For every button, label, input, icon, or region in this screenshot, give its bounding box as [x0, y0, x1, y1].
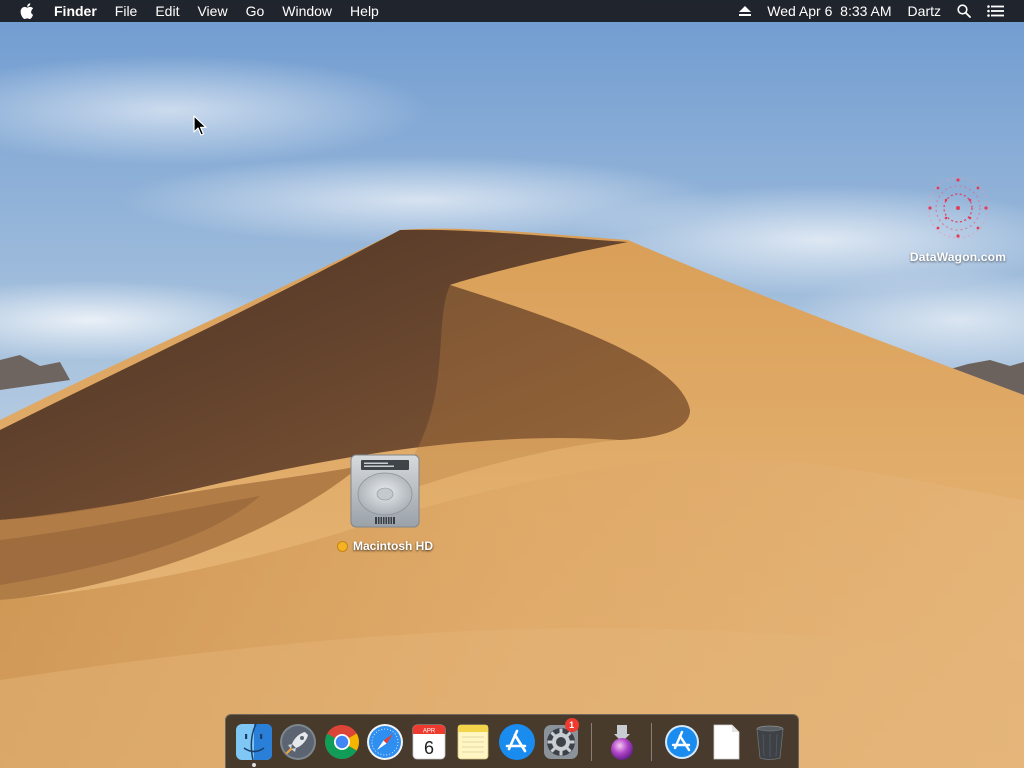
apple-menu[interactable]: [14, 3, 40, 19]
finder-icon: [235, 723, 272, 760]
list-icon: [987, 5, 1004, 17]
dock-item-document[interactable]: [704, 718, 748, 766]
spotlight-button[interactable]: [949, 0, 979, 22]
app-store-folder-icon: [665, 724, 700, 759]
menu-window[interactable]: Window: [273, 0, 341, 22]
apple-logo-icon: [20, 3, 34, 19]
calendar-month: APR: [423, 728, 436, 734]
blank-document-icon: [713, 724, 740, 759]
orange-tag-dot: [336, 540, 348, 552]
hard-drive-icon: [350, 454, 420, 528]
dock-item-system-preferences[interactable]: 1: [539, 717, 583, 766]
chrome-icon: [324, 724, 359, 759]
notification-center-button[interactable]: [979, 0, 1012, 22]
dock-item-chrome[interactable]: [320, 718, 364, 766]
datawagon-watermark: DataWagon.com: [898, 168, 1018, 264]
desktop-icon-label: Macintosh HD: [352, 539, 433, 553]
datawagon-logo-icon: [927, 177, 989, 239]
app-store-icon: [498, 723, 535, 760]
notification-badge: 1: [564, 717, 579, 732]
menu-view[interactable]: View: [188, 0, 236, 22]
menu-help[interactable]: Help: [341, 0, 388, 22]
dock-item-app-store[interactable]: [495, 718, 539, 766]
dock-item-installer[interactable]: [600, 718, 644, 766]
clock[interactable]: Wed Apr 6 8:33 AM: [759, 0, 899, 22]
compass-icon: [367, 723, 404, 760]
dock-item-notes[interactable]: [451, 718, 495, 766]
dock: APR 6 1: [225, 714, 799, 768]
dock-item-calendar[interactable]: APR 6: [407, 718, 451, 766]
installer-icon: [610, 724, 633, 760]
notes-icon: [457, 724, 489, 759]
watermark-label: DataWagon.com: [909, 250, 1007, 264]
user-menu[interactable]: Dartz: [900, 0, 949, 22]
dock-item-finder[interactable]: [232, 718, 276, 767]
menu-bar: Finder File Edit View Go Window Help Wed…: [0, 0, 1024, 22]
menu-go[interactable]: Go: [237, 0, 274, 22]
menu-edit[interactable]: Edit: [146, 0, 188, 22]
mouse-pointer-icon: [193, 115, 207, 136]
magnifier-icon: [957, 4, 971, 18]
dock-separator: [590, 722, 592, 761]
dock-item-downloads-stack[interactable]: [660, 718, 704, 766]
dock-item-launchpad[interactable]: [276, 718, 320, 766]
desktop-icon-macintosh-hd[interactable]: Macintosh HD: [330, 452, 440, 553]
desktop-wallpaper: [0, 0, 1024, 768]
trash-icon: [756, 725, 784, 760]
dock-item-safari[interactable]: [363, 718, 407, 766]
calendar-icon: APR 6: [412, 724, 446, 759]
rocket-icon: [279, 723, 316, 760]
eject-menu-extra[interactable]: [731, 0, 759, 22]
calendar-day: 6: [424, 738, 434, 758]
app-menu-finder[interactable]: Finder: [54, 0, 106, 22]
dock-item-trash[interactable]: [748, 718, 792, 766]
dock-separator: [651, 722, 653, 761]
eject-icon: [739, 6, 752, 16]
running-indicator: [251, 762, 256, 767]
menu-file[interactable]: File: [106, 0, 147, 22]
